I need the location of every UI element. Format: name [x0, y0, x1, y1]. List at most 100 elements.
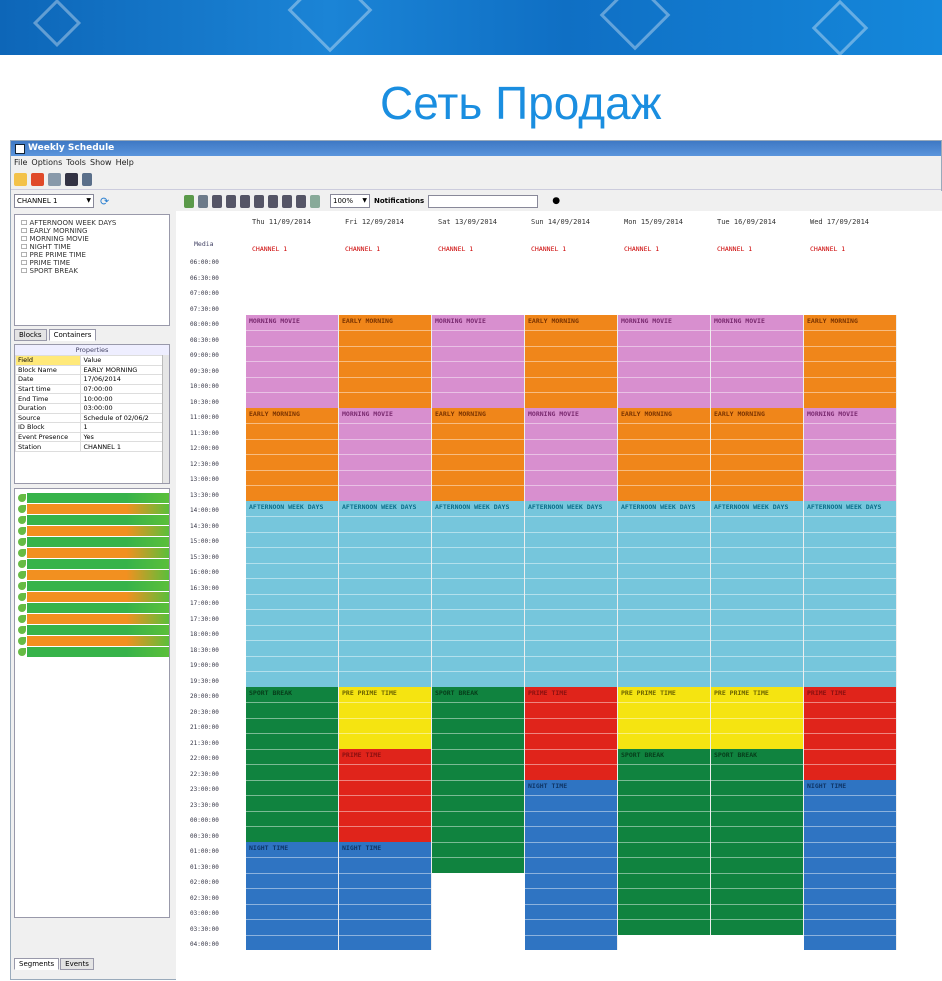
segment-row[interactable]: [18, 625, 169, 636]
schedule-block[interactable]: AFTERNOON WEEK DAYS: [804, 500, 897, 687]
menu-file[interactable]: File: [14, 156, 27, 170]
delete-icon[interactable]: [31, 173, 44, 186]
open-folder-icon[interactable]: [14, 173, 27, 186]
menu-help[interactable]: Help: [116, 156, 134, 170]
schedule-block[interactable]: AFTERNOON WEEK DAYS: [618, 500, 711, 687]
segment-row[interactable]: [18, 603, 169, 614]
schedule-block[interactable]: MORNING MOVIE: [804, 407, 897, 501]
schedule-block[interactable]: MORNING MOVIE: [339, 407, 432, 501]
segment-row[interactable]: [18, 636, 169, 647]
property-row[interactable]: Source Schedule of 02/06/2: [14, 412, 165, 424]
tab-events[interactable]: Events: [60, 958, 94, 970]
tree-item[interactable]: ☐ SPORT BREAK: [21, 267, 169, 275]
schedule-block[interactable]: MORNING MOVIE: [246, 314, 339, 408]
schedule-block[interactable]: EARLY MORNING: [246, 407, 339, 501]
view-icon[interactable]: [212, 194, 222, 208]
segment-row[interactable]: [18, 526, 169, 537]
property-row[interactable]: Field Value: [14, 355, 165, 366]
schedule-block[interactable]: EARLY MORNING: [804, 314, 897, 408]
segment-row[interactable]: [18, 614, 169, 625]
schedule-block[interactable]: MORNING MOVIE: [525, 407, 618, 501]
schedule-block[interactable]: MORNING MOVIE: [711, 314, 804, 408]
schedule-block[interactable]: NIGHT TIME: [804, 779, 897, 950]
property-row[interactable]: End Time 10:00:00: [14, 393, 165, 404]
tab-blocks[interactable]: Blocks: [14, 329, 47, 341]
tree-item[interactable]: ☐ NIGHT TIME: [21, 243, 169, 251]
schedule-block[interactable]: PRIME TIME: [804, 686, 897, 780]
day-header[interactable]: Mon 15/09/2014: [624, 218, 683, 226]
property-row[interactable]: Start time 07:00:00: [14, 383, 165, 395]
day-header[interactable]: Fri 12/09/2014: [345, 218, 404, 226]
segment-row[interactable]: [18, 581, 169, 592]
day-header[interactable]: Thu 11/09/2014: [252, 218, 311, 226]
refresh-icon[interactable]: ⟳: [100, 195, 109, 208]
day-header[interactable]: Tue 16/09/2014: [717, 218, 776, 226]
zoom-select[interactable]: 100% ▼: [330, 194, 370, 208]
schedule-block[interactable]: SPORT BREAK: [432, 686, 525, 873]
notifications-input[interactable]: [428, 194, 539, 208]
grid-icon[interactable]: [268, 194, 278, 208]
schedule-block[interactable]: EARLY MORNING: [432, 407, 525, 501]
segment-row[interactable]: [18, 647, 169, 658]
tab-containers[interactable]: Containers: [48, 329, 97, 341]
segment-row[interactable]: [18, 537, 169, 548]
schedule-block[interactable]: AFTERNOON WEEK DAYS: [339, 500, 432, 687]
menu-options[interactable]: Options: [31, 156, 62, 170]
schedule-block[interactable]: MORNING MOVIE: [432, 314, 525, 408]
property-row[interactable]: Event Presence Yes: [14, 431, 165, 443]
schedule-block[interactable]: SPORT BREAK: [246, 686, 339, 842]
schedule-block[interactable]: EARLY MORNING: [711, 407, 804, 501]
grid-icon[interactable]: [282, 194, 292, 208]
tree-item[interactable]: ☐ PRE PRIME TIME: [21, 251, 169, 259]
schedule-block[interactable]: EARLY MORNING: [339, 314, 432, 408]
properties-scrollbar[interactable]: [162, 355, 169, 483]
tree-item[interactable]: ☐ EARLY MORNING: [21, 227, 169, 235]
filter-icon[interactable]: [198, 194, 208, 208]
save-icon[interactable]: [65, 173, 78, 186]
property-row[interactable]: Duration 03:00:00: [14, 402, 165, 414]
schedule-block[interactable]: NIGHT TIME: [525, 779, 618, 950]
segment-row[interactable]: [18, 570, 169, 581]
schedule-block[interactable]: MORNING MOVIE: [618, 314, 711, 408]
channel-select[interactable]: CHANNEL 1 ▼: [14, 194, 94, 208]
tree-item[interactable]: ☐ MORNING MOVIE: [21, 235, 169, 243]
schedule-block[interactable]: PRIME TIME: [339, 748, 432, 842]
grid-icon[interactable]: [296, 194, 306, 208]
property-row[interactable]: Block Name EARLY MORNING: [14, 364, 165, 376]
segment-row[interactable]: [18, 559, 169, 570]
schedule-block[interactable]: NIGHT TIME: [339, 841, 432, 950]
segment-row[interactable]: [18, 515, 169, 526]
tab-segments[interactable]: Segments: [14, 958, 60, 970]
schedule-block[interactable]: AFTERNOON WEEK DAYS: [711, 500, 804, 687]
grid-icon[interactable]: [240, 194, 250, 208]
schedule-block[interactable]: NIGHT TIME: [246, 841, 339, 950]
schedule-block[interactable]: PRE PRIME TIME: [618, 686, 711, 749]
property-row[interactable]: Date 17/06/2014: [14, 374, 165, 385]
tree-item[interactable]: ☐ AFTERNOON WEEK DAYS: [21, 219, 169, 227]
schedule-block[interactable]: EARLY MORNING: [525, 314, 618, 408]
segment-row[interactable]: [18, 548, 169, 559]
tree-item[interactable]: ☐ PRIME TIME: [21, 259, 169, 267]
schedule-block[interactable]: AFTERNOON WEEK DAYS: [432, 500, 525, 687]
day-header[interactable]: Sun 14/09/2014: [531, 218, 590, 226]
segment-row[interactable]: [18, 592, 169, 603]
alarm-icon[interactable]: ●: [552, 196, 560, 206]
export-icon[interactable]: [310, 194, 320, 208]
tools-icon[interactable]: [82, 173, 92, 186]
print-icon[interactable]: [48, 173, 61, 186]
grid-icon[interactable]: [254, 194, 264, 208]
day-header[interactable]: Sat 13/09/2014: [438, 218, 497, 226]
property-row[interactable]: Station CHANNEL 1: [14, 441, 165, 452]
menu-show[interactable]: Show: [90, 156, 112, 170]
schedule-block[interactable]: SPORT BREAK: [618, 748, 711, 935]
day-header[interactable]: Wed 17/09/2014: [810, 218, 869, 226]
property-row[interactable]: ID Block 1: [14, 422, 165, 433]
grid-icon[interactable]: [226, 194, 236, 208]
schedule-block[interactable]: PRE PRIME TIME: [711, 686, 804, 749]
schedule-block[interactable]: AFTERNOON WEEK DAYS: [525, 500, 618, 687]
chart-icon[interactable]: [184, 194, 194, 208]
schedule-block[interactable]: PRE PRIME TIME: [339, 686, 432, 749]
schedule-block[interactable]: AFTERNOON WEEK DAYS: [246, 500, 339, 687]
segment-row[interactable]: [18, 493, 169, 504]
schedule-block[interactable]: SPORT BREAK: [711, 748, 804, 935]
